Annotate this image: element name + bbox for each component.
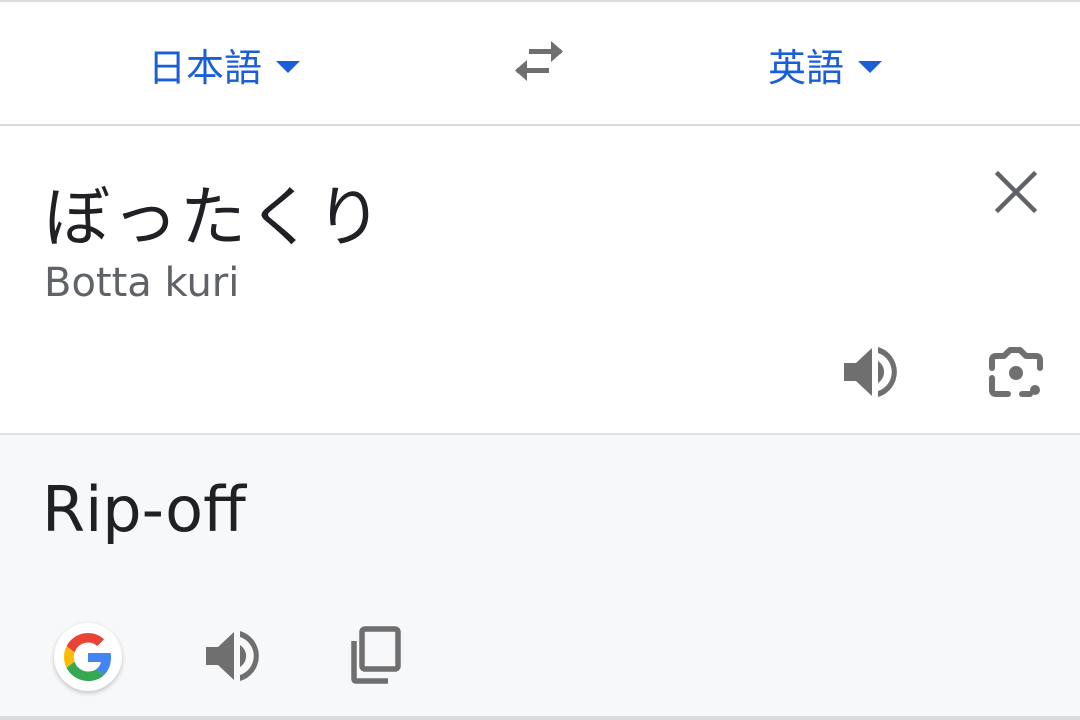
- swap-horiz-icon: [515, 41, 563, 81]
- copy-icon: [351, 626, 401, 684]
- google-search-button[interactable]: [54, 623, 122, 691]
- dropdown-caret-icon: [858, 61, 883, 73]
- dropdown-caret-icon: [276, 61, 301, 73]
- volume-icon: [206, 631, 259, 681]
- listen-translation-button[interactable]: [202, 628, 262, 684]
- listen-source-button[interactable]: [840, 344, 900, 400]
- close-icon: [994, 170, 1038, 214]
- target-language-label: 英語: [768, 45, 845, 90]
- language-bar: 日本語 英語: [0, 2, 1080, 126]
- source-language-selector[interactable]: 日本語: [148, 2, 301, 126]
- target-language-selector[interactable]: 英語: [768, 2, 883, 126]
- romanization-text: Botta kuri: [44, 260, 240, 306]
- lens-camera-icon: [989, 347, 1043, 397]
- swap-languages-button[interactable]: [511, 40, 567, 84]
- source-language-label: 日本語: [148, 45, 263, 90]
- clear-input-button[interactable]: [990, 166, 1042, 218]
- bottom-divider: [0, 716, 1080, 720]
- source-input-panel[interactable]: ぼったくり Botta kuri: [0, 128, 1080, 433]
- copy-translation-button[interactable]: [348, 625, 404, 685]
- source-text[interactable]: ぼったくり: [44, 164, 384, 260]
- translation-text[interactable]: Rip-off: [42, 473, 246, 546]
- google-g-icon: [64, 633, 111, 681]
- volume-icon: [844, 347, 897, 397]
- translation-panel: Rip-off: [0, 433, 1080, 716]
- camera-translate-button[interactable]: [984, 342, 1046, 404]
